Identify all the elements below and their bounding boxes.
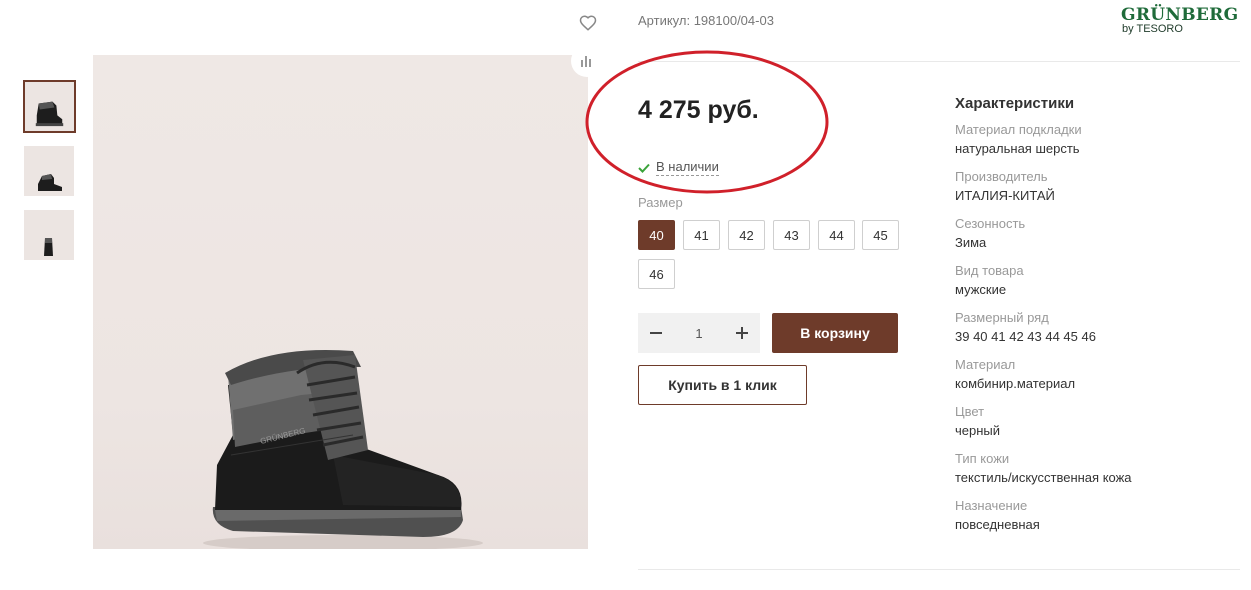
boot-thumbnail-image [25,82,74,131]
spec-name: Вид товара [955,263,1024,278]
spec-name: Производитель [955,169,1048,184]
spec-value: черный [955,423,1001,438]
add-to-cart-button[interactable]: В корзину [772,313,898,353]
quantity-stepper[interactable]: 1 [638,313,760,353]
heart-icon[interactable] [579,14,597,32]
decrement-button[interactable] [638,313,674,353]
spec-value: комбинир.материал [955,376,1076,391]
divider [638,569,1240,570]
spec-item: Материал подкладки натуральная шерсть [955,121,1235,158]
spec-item: Тип кожи текстиль/искусственная кожа [955,450,1235,487]
spec-item: Материал комбинир.материал [955,356,1235,393]
spec-name: Размерный ряд [955,310,1049,325]
spec-value: ИТАЛИЯ-КИТАЙ [955,188,1055,203]
spec-item: Производитель ИТАЛИЯ-КИТАЙ [955,168,1235,205]
thumbnail-1[interactable] [23,80,76,133]
product-main-image[interactable]: GRÜNBERG [93,55,588,549]
spec-item: Вид товара мужские [955,262,1235,299]
plus-icon [736,327,748,339]
increment-button[interactable] [724,313,760,353]
spec-value: текстиль/искусственная кожа [955,470,1132,485]
size-option-40[interactable]: 40 [638,220,675,250]
size-option-41[interactable]: 41 [683,220,720,250]
quantity-value[interactable]: 1 [674,326,724,341]
thumbnail-2[interactable] [24,146,74,196]
brand-logo[interactable]: GRÜNBERG by TESORO [1121,5,1238,35]
size-option-43[interactable]: 43 [773,220,810,250]
size-option-44[interactable]: 44 [818,220,855,250]
spec-value: мужские [955,282,1007,297]
specs-title: Характеристики [955,95,1075,112]
boot-thumbnail-image [24,210,74,260]
size-option-45[interactable]: 45 [862,220,899,250]
specs-panel: Характеристики Материал подкладки натура… [955,95,1235,544]
buy-one-click-button[interactable]: Купить в 1 клик [638,365,807,405]
spec-name: Цвет [955,404,985,419]
spec-item: Размерный ряд 39 40 41 42 43 44 45 46 [955,309,1235,346]
spec-item: Назначение повседневная [955,497,1235,534]
spec-value: натуральная шерсть [955,141,1080,156]
spec-value: 39 40 41 42 43 44 45 46 [955,329,1096,344]
size-option-42[interactable]: 42 [728,220,765,250]
spec-name: Назначение [955,498,1028,513]
spec-name: Сезонность [955,216,1026,231]
spec-value: повседневная [955,517,1040,532]
sku-text: Артикул: 198100/04-03 [638,13,774,28]
boot-image: GRÜNBERG [203,349,483,549]
spec-name: Материал подкладки [955,122,1082,137]
spec-value: Зима [955,235,987,250]
spec-name: Тип кожи [955,451,1010,466]
size-option-46[interactable]: 46 [638,259,675,289]
spec-name: Материал [955,357,1016,372]
logo-name: GRÜNBERG [1121,5,1239,25]
spec-item: Сезонность Зима [955,215,1235,252]
size-label: Размер [638,195,683,210]
boot-thumbnail-image [24,146,74,196]
minus-icon [650,332,662,334]
spec-item: Цвет черный [955,403,1235,440]
thumbnail-3[interactable] [24,210,74,260]
annotation-ellipse [585,50,829,194]
